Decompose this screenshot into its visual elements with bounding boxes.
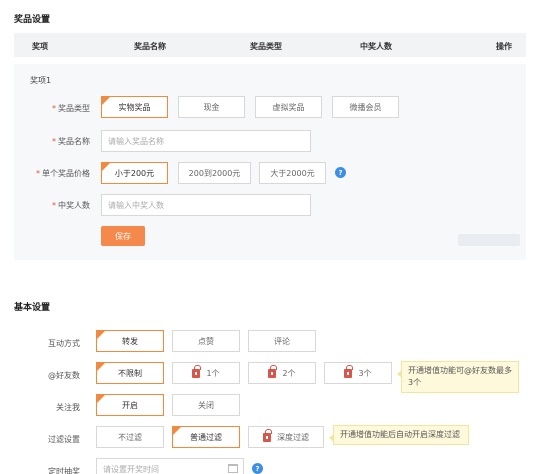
at-friends-2-option[interactable]: 2个: [248, 362, 316, 384]
column-header-name: 奖品名称: [134, 42, 166, 51]
winners-count-input[interactable]: 请输入中奖人数: [101, 194, 311, 216]
filter-none-option[interactable]: 不过滤: [96, 426, 164, 448]
prize-table-header: 奖项 奖品名称 奖品类型 中奖人数 操作: [14, 33, 526, 57]
interaction-like-option[interactable]: 点赞: [172, 330, 240, 352]
column-header-actions: 操作: [496, 42, 512, 51]
lock-icon: [268, 364, 277, 378]
price-under-200-option[interactable]: 小于200元: [101, 162, 168, 184]
follow-disable-option[interactable]: 关闭: [172, 394, 240, 416]
draw-time-help-icon[interactable]: ?: [252, 463, 263, 474]
prize-settings-title: 奖品设置: [14, 15, 51, 25]
column-header-winners: 中奖人数: [360, 42, 392, 51]
at-friends-3-option[interactable]: 3个: [324, 362, 392, 384]
filter-deep-option[interactable]: 深度过滤: [248, 426, 324, 448]
prize-type-cash-option[interactable]: 现金: [178, 96, 245, 118]
at-friends-1-option[interactable]: 1个: [172, 362, 240, 384]
interaction-mode-label: 互动方式: [48, 339, 80, 348]
prize-name-input[interactable]: 请输入奖品名称: [101, 130, 311, 152]
prize-type-membership-option[interactable]: 微播会员: [332, 96, 399, 118]
prize-type-label: * 奖品类型: [52, 104, 90, 113]
follow-me-label: 关注我: [56, 403, 80, 412]
prize-type-physical-option[interactable]: 实物奖品: [101, 96, 168, 118]
at-friends-unlimited-option[interactable]: 不限制: [96, 362, 164, 384]
prize-item-title: 奖项1: [30, 76, 52, 85]
winners-count-label: * 中奖人数: [52, 201, 90, 210]
lock-icon: [344, 364, 353, 378]
at-friends-upgrade-tip: 开通增值功能可@好友数最多3个: [397, 361, 519, 393]
price-over-2000-option[interactable]: 大于2000元: [259, 162, 326, 184]
prize-name-label: * 奖品名称: [52, 137, 90, 146]
basic-settings-title: 基本设置: [14, 303, 51, 313]
save-button[interactable]: 保存: [101, 226, 145, 246]
lock-icon: [192, 364, 201, 378]
prize-price-label: * 单个奖品价格: [36, 169, 90, 178]
blurred-watermark: [458, 234, 520, 246]
follow-enable-option[interactable]: 开启: [96, 394, 164, 416]
scheduled-draw-label: 定时抽奖: [48, 467, 80, 474]
price-help-icon[interactable]: ?: [335, 167, 346, 178]
at-friends-label: @好友数: [48, 371, 80, 380]
column-header-type: 奖品类型: [250, 42, 282, 51]
filter-upgrade-tip: 开通增值功能后自动开启深度过滤: [329, 425, 469, 445]
filter-normal-option[interactable]: 普通过滤: [172, 426, 240, 448]
interaction-comment-option[interactable]: 评论: [248, 330, 316, 352]
calendar-icon[interactable]: [228, 464, 238, 473]
prize-type-virtual-option[interactable]: 虚拟奖品: [255, 96, 322, 118]
filter-settings-label: 过滤设置: [48, 435, 80, 444]
lock-icon: [263, 428, 272, 442]
column-header-item: 奖项: [32, 42, 48, 51]
price-200-2000-option[interactable]: 200到2000元: [178, 162, 251, 184]
interaction-repost-option[interactable]: 转发: [96, 330, 164, 352]
draw-time-input[interactable]: 请设置开奖时间: [96, 458, 244, 474]
